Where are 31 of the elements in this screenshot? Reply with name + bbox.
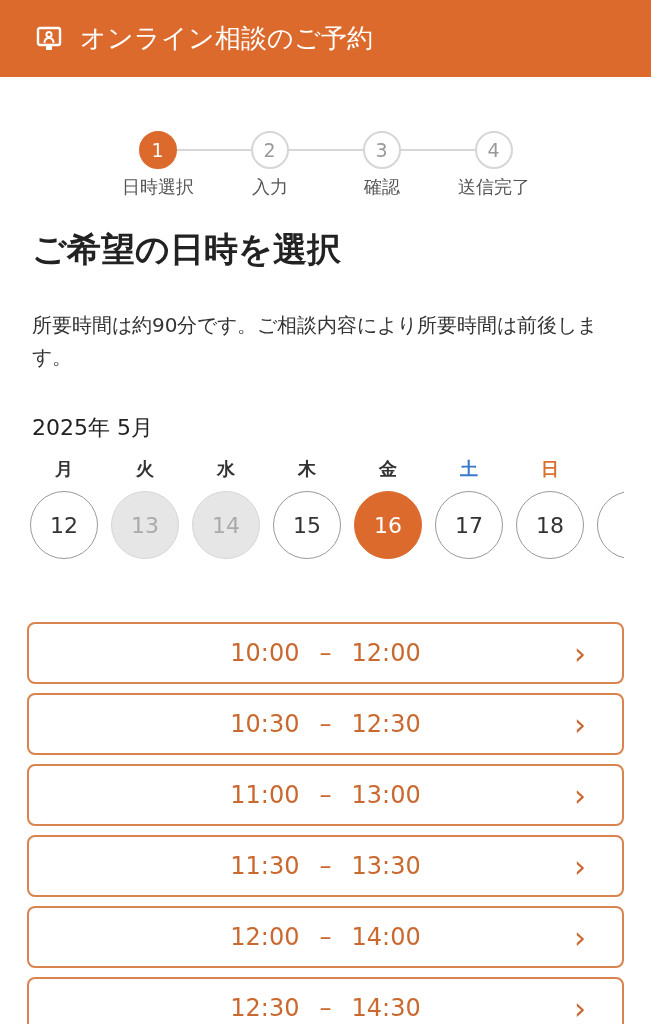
date-button[interactable]: 17 <box>435 491 503 559</box>
page-heading: ご希望の日時を選択 <box>32 228 342 271</box>
date-button[interactable]: 15 <box>273 491 341 559</box>
step-number: 1 <box>138 131 177 169</box>
month-label: 2025年 5月 <box>32 414 154 442</box>
date-button[interactable]: 12 <box>30 491 98 559</box>
step-label: 確認 <box>363 175 400 199</box>
time-slot-button[interactable]: 10:00 – 12:00 › <box>27 622 624 684</box>
step-label: 送信完了 <box>457 175 530 199</box>
weekday-label: 木 <box>298 457 316 481</box>
monitor-person-icon <box>36 25 62 52</box>
description-text: 所要時間は約90分です。ご相談内容により所要時間は前後します。 <box>32 312 599 371</box>
weekday-label: 土 <box>460 457 478 481</box>
weekday-label: 日 <box>541 457 559 481</box>
time-slot-button[interactable]: 11:30 – 13:30 › <box>27 835 624 897</box>
time-slot-button[interactable]: 11:00 – 13:00 › <box>27 764 624 826</box>
step-number: 3 <box>362 131 401 169</box>
time-slot-button[interactable]: 12:30 – 14:30 › <box>27 977 624 1024</box>
step-label: 入力 <box>251 175 288 199</box>
step-label: 日時選択 <box>121 175 194 199</box>
weekday-label: 金 <box>379 457 397 481</box>
weekday-label: 月 <box>55 457 73 481</box>
step-number: 4 <box>474 131 513 169</box>
date-button[interactable]: 18 <box>516 491 584 559</box>
weekday-label: 火 <box>136 457 154 481</box>
step-number: 2 <box>250 131 289 169</box>
time-slot-button[interactable]: 10:30 – 12:30 › <box>27 693 624 755</box>
time-slot-button[interactable]: 12:00 – 14:00 › <box>27 906 624 968</box>
header-title: オンライン相談のご予約 <box>80 22 373 55</box>
date-button[interactable]: 16 <box>354 491 422 559</box>
weekday-label: 水 <box>217 457 235 481</box>
